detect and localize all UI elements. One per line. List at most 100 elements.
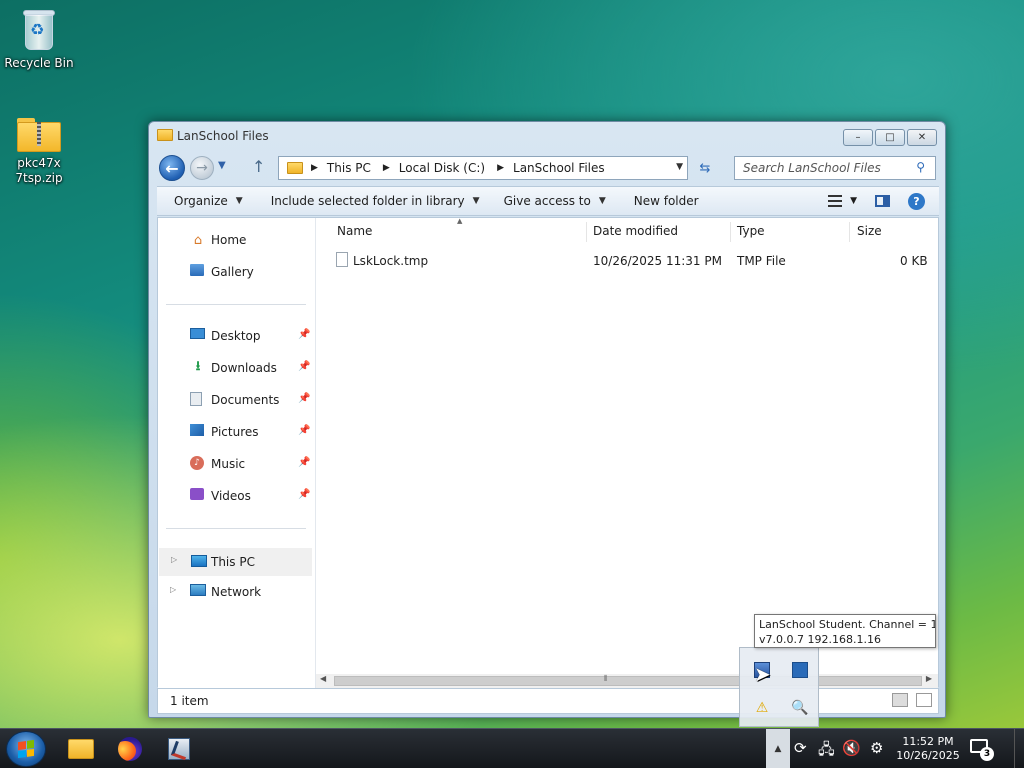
sidebar-item-music[interactable]: ♪ Music 📌 — [158, 452, 316, 476]
file-size: 0 KB — [900, 254, 928, 268]
chevron-right-icon[interactable]: ▶ — [311, 163, 318, 173]
large-icons-view-icon[interactable] — [916, 693, 932, 707]
sidebar-item-label: Desktop — [211, 329, 261, 343]
pin-icon[interactable]: 📌 — [298, 425, 310, 436]
sidebar-item-this-pc[interactable]: ▷ This PC — [159, 548, 312, 576]
item-count: 1 item — [170, 694, 209, 708]
sidebar-item-home[interactable]: ⌂ Home — [158, 228, 316, 252]
pin-icon[interactable]: 📌 — [298, 489, 310, 500]
back-button[interactable]: ← — [159, 155, 185, 181]
sidebar-item-label: Network — [211, 585, 262, 599]
settings-gear-icon[interactable]: ⚙ — [870, 739, 883, 757]
magnifier-tray-icon[interactable]: 🔍 — [790, 698, 810, 718]
breadcrumb-lanschool-files[interactable]: LanSchool Files — [513, 161, 605, 175]
desktop-icon — [190, 328, 205, 339]
scroll-left-icon[interactable]: ◀ — [320, 674, 326, 683]
title-bar[interactable]: LanSchool Files – □ ✕ — [149, 122, 945, 152]
desktop-icon-zip-file[interactable]: pkc47x 7tsp.zip — [1, 116, 77, 186]
file-row[interactable]: LskLock.tmp 10/26/2025 11:31 PM TMP File… — [316, 250, 936, 272]
network-status-icon[interactable]: 🖧 — [818, 739, 835, 764]
taskbar-firefox[interactable] — [111, 733, 149, 765]
sidebar-item-gallery[interactable]: Gallery — [158, 260, 316, 284]
search-input[interactable]: Search LanSchool Files ⚲ — [734, 156, 936, 180]
sidebar-item-label: Videos — [211, 489, 251, 503]
new-folder-button[interactable]: New folder — [625, 194, 708, 208]
chevron-down-icon[interactable]: ▼ — [850, 196, 857, 206]
details-view-icon[interactable] — [892, 693, 908, 707]
maximize-button[interactable]: □ — [875, 129, 905, 146]
volume-muted-icon[interactable]: 🔇 — [842, 739, 861, 757]
view-options-icon[interactable] — [828, 195, 843, 207]
sidebar-item-label: Gallery — [211, 265, 254, 279]
pin-icon[interactable]: 📌 — [298, 457, 310, 468]
column-header-size[interactable]: Size — [849, 218, 929, 244]
give-access-menu[interactable]: Give access to ▼ — [495, 194, 615, 208]
taskbar-lanschool[interactable] — [160, 733, 198, 765]
chevron-right-icon[interactable]: ▷ — [170, 585, 176, 594]
close-button[interactable]: ✕ — [907, 129, 937, 146]
desktop-icon-recycle-bin[interactable]: ♻ Recycle Bin — [1, 8, 77, 71]
address-dropdown-icon[interactable]: ▼ — [676, 162, 683, 172]
chevron-right-icon[interactable]: ▶ — [497, 163, 504, 173]
breadcrumb-local-disk[interactable]: Local Disk (C:) — [399, 161, 485, 175]
chevron-up-icon: ▲ — [774, 744, 782, 754]
pin-icon[interactable]: 📌 — [298, 329, 310, 340]
sidebar-item-desktop[interactable]: Desktop 📌 — [158, 324, 316, 348]
start-button[interactable] — [6, 731, 46, 767]
pin-icon[interactable]: 📌 — [298, 361, 310, 372]
sidebar-item-network[interactable]: ▷ Network — [158, 580, 316, 604]
sidebar-item-documents[interactable]: Documents 📌 — [158, 388, 316, 412]
sidebar-item-downloads[interactable]: ⭳ Downloads 📌 — [158, 356, 316, 380]
firefox-icon — [118, 737, 142, 761]
give-access-label: Give access to — [503, 194, 591, 208]
sidebar-item-label: Downloads — [211, 361, 277, 375]
search-placeholder: Search LanSchool Files — [743, 161, 881, 175]
network-icon — [190, 584, 206, 596]
taskbar-file-explorer[interactable] — [62, 733, 100, 765]
chevron-down-icon: ▼ — [235, 196, 243, 206]
horizontal-scrollbar[interactable]: ◀ ⦀ ▶ — [316, 674, 938, 688]
refresh-button[interactable]: ⇆ — [692, 156, 718, 180]
app-tray-icon[interactable] — [790, 660, 810, 680]
minimize-button[interactable]: – — [843, 129, 873, 146]
file-name: LskLock.tmp — [353, 254, 429, 268]
show-desktop-button[interactable] — [1014, 729, 1024, 768]
forward-button[interactable]: → — [190, 156, 214, 180]
status-bar: 1 item — [157, 688, 939, 714]
chevron-right-icon[interactable]: ▶ — [383, 163, 390, 173]
tooltip-line: v7.0.0.7 192.168.1.16 — [759, 633, 881, 646]
up-button[interactable]: ↑ — [252, 157, 265, 176]
search-icon: ⚲ — [916, 160, 925, 174]
column-header-type[interactable]: Type — [730, 218, 849, 244]
navigation-bar: ← → ▼ ↑ ▶ This PC ▶ Local Disk (C:) ▶ La… — [157, 154, 939, 182]
help-icon[interactable]: ? — [908, 192, 925, 210]
divider — [166, 528, 306, 529]
include-in-library-menu[interactable]: Include selected folder in library ▼ — [262, 194, 489, 208]
clock[interactable]: 11:52 PM 10/26/2025 — [890, 735, 966, 763]
warning-tray-icon[interactable]: ⚠ — [752, 698, 772, 718]
new-folder-label: New folder — [633, 194, 699, 208]
sidebar-item-label: Home — [211, 233, 247, 247]
breadcrumb-this-pc[interactable]: This PC — [327, 161, 371, 175]
sidebar-item-videos[interactable]: Videos 📌 — [158, 484, 316, 508]
arrow-left-icon: ← — [165, 158, 179, 178]
sync-icon[interactable]: ⟳ — [794, 739, 807, 757]
pin-icon[interactable]: 📌 — [298, 393, 310, 404]
sidebar-item-pictures[interactable]: Pictures 📌 — [158, 420, 316, 444]
organize-menu[interactable]: Organize ▼ — [165, 194, 252, 208]
column-header-date[interactable]: Date modified — [586, 218, 730, 244]
arrow-right-icon: → — [196, 160, 208, 176]
chevron-right-icon[interactable]: ▷ — [171, 555, 177, 564]
preview-pane-icon[interactable] — [875, 195, 890, 207]
home-icon: ⌂ — [193, 232, 203, 248]
column-header-name[interactable]: Name ▲ — [316, 217, 586, 244]
address-bar[interactable]: ▶ This PC ▶ Local Disk (C:) ▶ LanSchool … — [278, 156, 688, 180]
scroll-grip-icon: ⦀ — [604, 674, 608, 683]
windows-logo-icon — [18, 739, 34, 759]
show-hidden-icons-button[interactable]: ▲ — [766, 729, 790, 768]
scrollbar-thumb[interactable] — [334, 676, 922, 686]
folder-icon — [287, 162, 303, 174]
desktop-icon-label: Recycle Bin — [4, 56, 74, 70]
recent-locations-dropdown[interactable]: ▼ — [218, 160, 226, 171]
scroll-right-icon[interactable]: ▶ — [926, 674, 932, 683]
